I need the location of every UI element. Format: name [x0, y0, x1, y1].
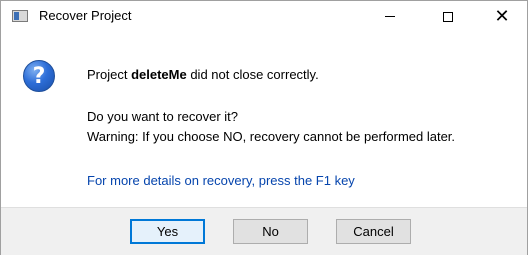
cancel-button[interactable]: Cancel	[336, 219, 411, 244]
close-icon: ✕	[494, 5, 510, 27]
maximize-icon	[443, 11, 453, 22]
app-icon	[12, 10, 28, 22]
project-name: deleteMe	[131, 67, 187, 82]
help-link[interactable]: For more details on recovery, press the …	[87, 173, 355, 188]
message-line-2: Do you want to recover it?	[87, 109, 239, 124]
minimize-button[interactable]	[367, 1, 413, 32]
title-bar[interactable]: Recover Project ✕	[1, 1, 527, 32]
button-bar: Yes No Cancel	[1, 207, 527, 255]
message-prefix: Project	[87, 67, 132, 82]
maximize-button[interactable]	[425, 1, 471, 32]
message-suffix: did not close correctly.	[186, 67, 319, 82]
no-button[interactable]: No	[233, 219, 308, 244]
window-title: Recover Project	[39, 8, 132, 23]
question-icon: ?	[23, 60, 55, 92]
dialog-content: ? Project deleteMe did not close correct…	[1, 32, 527, 215]
yes-button[interactable]: Yes	[130, 219, 205, 244]
message-line-3: Warning: If you choose NO, recovery cann…	[87, 129, 456, 144]
message-line-1: Project deleteMe did not close correctly…	[87, 67, 319, 82]
recover-project-dialog: Recover Project ✕ ? Project deleteMe did…	[0, 0, 528, 255]
minimize-icon	[385, 16, 395, 17]
close-button[interactable]: ✕	[479, 1, 525, 32]
